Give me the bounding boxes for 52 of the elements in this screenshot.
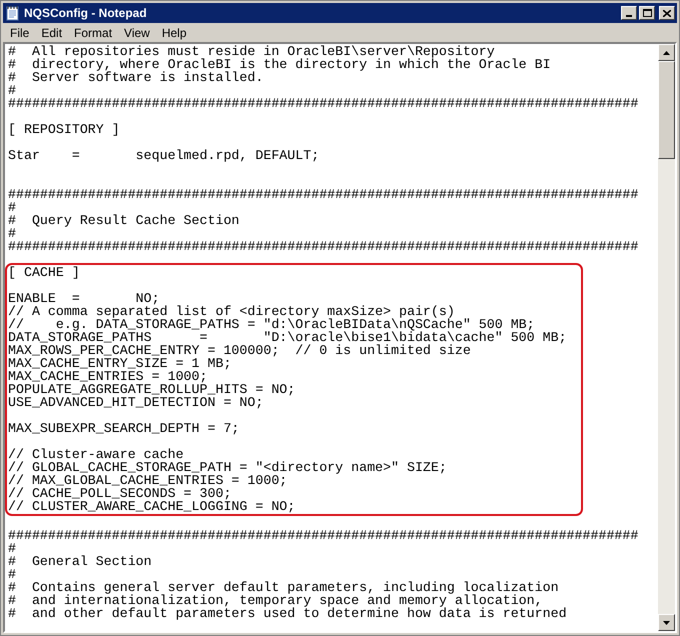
scroll-down-button[interactable] [658, 614, 675, 631]
close-icon [663, 10, 671, 16]
menu-item[interactable]: Help [156, 24, 193, 42]
code-line: // Cluster-aware cache [8, 448, 184, 461]
code-line: DATA_STORAGE_PATHS = "D:\oracle\bise1\bidata\cache" 500 MB; [8, 331, 567, 344]
code-line: Star = sequelmed.rpd, DEFAULT; [8, 149, 320, 162]
code-line: [ REPOSITORY ] [8, 123, 120, 136]
code-line: # General Section [8, 555, 152, 568]
code-line: MAX_CACHE_ENTRY_SIZE = 1 MB; [8, 357, 232, 370]
code-line: ############################################################################### [8, 97, 638, 110]
minimize-button[interactable] [621, 6, 637, 20]
down-arrow-icon [663, 620, 670, 624]
code-line: # Server software is installed. [8, 71, 264, 84]
code-line: # Query Result Cache Section [8, 214, 240, 227]
code-line: # [8, 227, 16, 240]
code-line: # and other default parameters used to determine how data is returned [8, 607, 567, 620]
code-line: // MAX_GLOBAL_CACHE_ENTRIES = 1000; [8, 474, 288, 487]
code-line: # directory, where OracleBI is the directory in which the Oracle BI [8, 58, 551, 71]
code-line: [ CACHE ] [8, 266, 80, 279]
up-arrow-icon [663, 50, 670, 54]
vertical-scrollbar[interactable] [658, 44, 675, 631]
code-line: # [8, 84, 16, 97]
code-line: // CACHE_POLL_SECONDS = 300; [8, 487, 232, 500]
code-line: ############################################################################### [8, 529, 638, 542]
code-line: # Contains general server default parameters, including localization [8, 581, 559, 594]
menu-item[interactable]: File [4, 24, 36, 42]
code-line: # and internationalization, temporary space and memory allocation, [8, 594, 543, 607]
code-line: POPULATE_AGGREGATE_ROLLUP_HITS = NO; [8, 383, 296, 396]
code-line: ############################################################################### [8, 240, 638, 253]
menu-item[interactable]: Format [68, 24, 118, 42]
code-line: // CLUSTER_AWARE_CACHE_LOGGING = NO; [8, 500, 296, 513]
code-line: // e.g. DATA_STORAGE_PATHS = "d:\OracleBIData\nQSCache" 500 MB; [8, 318, 535, 331]
close-button[interactable] [659, 6, 675, 20]
window-title: NQSConfig - Notepad [24, 5, 148, 22]
code-line: MAX_ROWS_PER_CACHE_ENTRY = 100000; // 0 is unlimited size [8, 344, 471, 357]
code-line: # [8, 201, 16, 214]
scroll-thumb[interactable] [658, 61, 675, 159]
code-line: # [8, 568, 16, 581]
code-line: MAX_SUBEXPR_SEARCH_DEPTH = 7; [8, 422, 240, 435]
code-line: USE_ADVANCED_HIT_DETECTION = NO; [8, 396, 264, 409]
menu-item[interactable]: Edit [35, 24, 68, 42]
notepad-icon [5, 5, 21, 21]
code-line: # [8, 542, 16, 555]
code-line: // GLOBAL_CACHE_STORAGE_PATH = "<directory name>" SIZE; [8, 461, 447, 474]
code-line: MAX_CACHE_ENTRIES = 1000; [8, 370, 208, 383]
scroll-up-button[interactable] [658, 44, 675, 61]
code-line: ENABLE = NO; [8, 292, 160, 305]
maximize-button[interactable] [639, 6, 655, 20]
code-line: # All repositories must reside in OracleBI\server\Repository [8, 45, 495, 58]
code-line: // A comma separated list of <directory maxSize> pair(s) [8, 305, 455, 318]
menu-item[interactable]: View [118, 24, 156, 42]
code-line: ############################################################################### [8, 188, 638, 201]
